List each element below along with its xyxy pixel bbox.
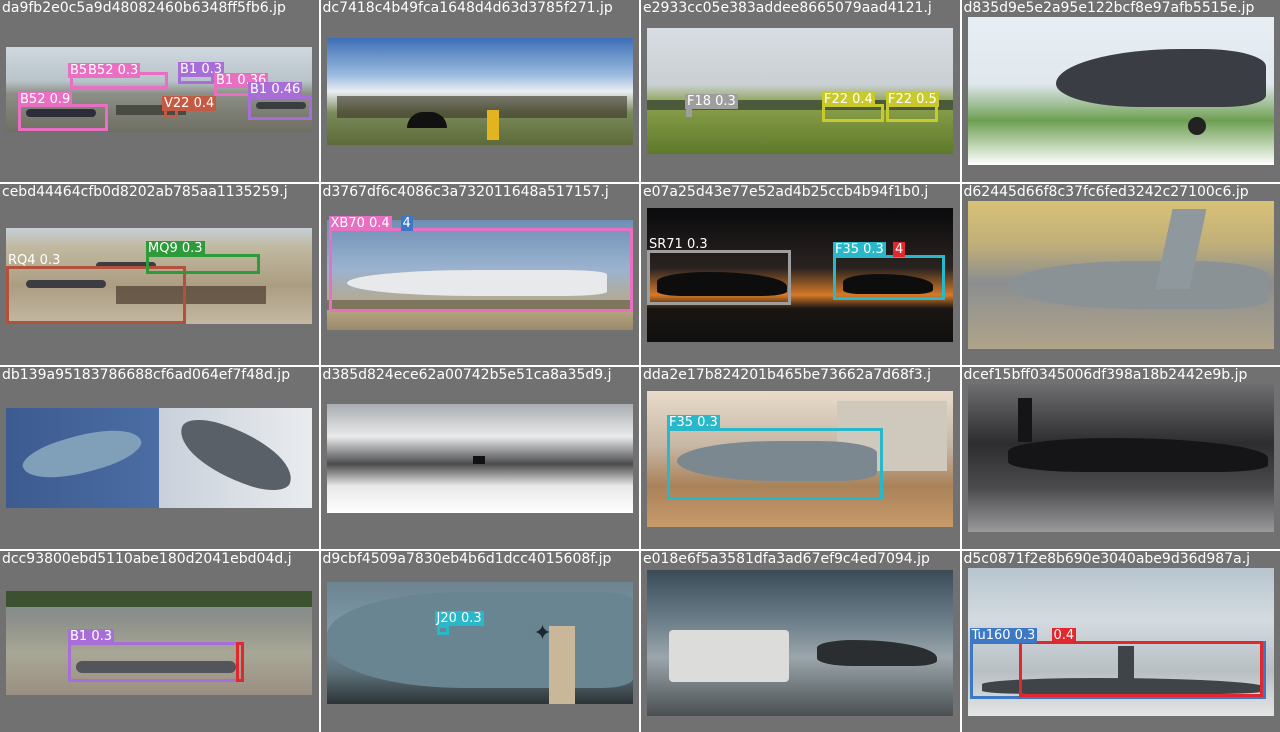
tile-photo	[967, 17, 1274, 165]
image-tile[interactable]: d385d824ece62a00742b5e51ca8a35d9.j	[320, 367, 639, 549]
detection-label: RQ4 0.3	[8, 252, 61, 268]
detection-label: B1 0.46	[248, 82, 303, 97]
detection-label: F22 0.5	[886, 92, 939, 107]
detection-box-b1-inner	[236, 641, 244, 682]
image-filename: db139a95183786688cf6ad064ef7f48d.jp	[2, 367, 291, 383]
image-filename: d5c0871f2e8b690e3040abe9d36d987a.j	[963, 550, 1251, 567]
image-filename: d835d9e5e2a95e122bcf8e97afb5515e.jp	[963, 0, 1255, 16]
detection-label: B52 0.9	[18, 92, 73, 107]
detection-box-mq9	[146, 253, 260, 274]
image-tile[interactable]: cebd44464cfb0d8202ab785aa1135259.j RQ4 0…	[0, 183, 319, 365]
image-tile[interactable]: e018e6f5a3581dfa3ad67ef9c4ed7094.jp	[641, 550, 960, 732]
detection-label: XB70 0.4	[328, 215, 392, 231]
image-tile[interactable]: d3767df6c4086c3a732011648a517157.j XB70 …	[320, 183, 639, 365]
tile-photo	[326, 38, 633, 145]
detection-label: V22 0.4	[162, 96, 217, 111]
tail-fin	[1017, 398, 1032, 442]
image-filename: dc7418c4b49fca1648d4d63d3785f271.jp	[322, 0, 613, 16]
person-silhouette	[486, 110, 499, 140]
image-filename: d3767df6c4086c3a732011648a517157.j	[322, 183, 609, 200]
detection-label: F35 0.3	[667, 415, 720, 430]
tile-photo	[967, 200, 1274, 349]
detection-label: 4	[893, 241, 906, 257]
image-filename: cebd44464cfb0d8202ab785aa1135259.j	[2, 183, 288, 200]
detection-label: F22 0.4	[822, 92, 875, 107]
image-filename: d385d824ece62a00742b5e51ca8a35d9.j	[322, 367, 612, 383]
detection-label: F18 0.3	[685, 94, 738, 109]
image-filename: e018e6f5a3581dfa3ad67ef9c4ed7094.jp	[643, 550, 930, 567]
jet-silhouette	[18, 414, 146, 494]
detection-label: 4	[400, 215, 413, 231]
crowd-silhouette	[336, 96, 627, 118]
image-filename: dcc93800ebd5110abe180d2041ebd04d.j	[2, 550, 292, 567]
image-filename: d9cbf4509a7830eb4b6d1dcc4015608f.jp	[322, 550, 612, 567]
detection-box-b1	[248, 96, 312, 120]
tile-photo	[967, 384, 1274, 532]
umbrella-silhouette	[406, 112, 447, 128]
detection-box-j20	[436, 624, 449, 635]
drone-nose	[326, 591, 633, 688]
tile-photo	[6, 408, 312, 508]
image-tile[interactable]: d62445d66f8c37fc6fed3242c27100c6.jp	[961, 183, 1280, 365]
image-filename: dda2e17b824201b465be73662a7d68f3.j	[643, 367, 932, 383]
image-tile[interactable]: d835d9e5e2a95e122bcf8e97afb5515e.jp	[961, 0, 1280, 182]
image-filename: da9fb2e0c5a9d48082460b6348ff5fb6.jp	[2, 0, 286, 16]
landing-gear	[1187, 117, 1206, 135]
image-tile[interactable]: dc7418c4b49fca1648d4d63d3785f271.jp	[320, 0, 639, 182]
image-tile[interactable]: e2933cc05e383addee8665079aad4121.j F18 0…	[641, 0, 960, 182]
image-tile[interactable]: da9fb2e0c5a9d48082460b6348ff5fb6.jp B52 …	[0, 0, 319, 182]
image-filename: dcef15bff0345006df398a18b2442e9b.jp	[963, 367, 1248, 383]
detection-label: 0.4	[1051, 627, 1077, 643]
image-tile[interactable]: e07a25d43e77e52ad4b25ccb4b94f1b0.j SR71 …	[641, 183, 960, 365]
detection-label: B52 0.3	[86, 63, 141, 78]
detection-box-red	[1018, 640, 1263, 697]
detection-box-sr71	[647, 249, 791, 305]
detection-label: SR71 0.3	[649, 236, 708, 252]
detection-box-xb70	[328, 227, 633, 312]
image-filename: d62445d66f8c37fc6fed3242c27100c6.jp	[963, 183, 1249, 200]
detection-box-f35	[667, 428, 883, 500]
detection-box-b52	[18, 104, 108, 131]
jet-silhouette	[817, 639, 937, 666]
image-tile[interactable]: dda2e17b824201b465be73662a7d68f3.j F35 0…	[641, 367, 960, 549]
detection-box-b1	[68, 641, 244, 682]
truck-silhouette	[669, 629, 789, 682]
detection-results-grid: da9fb2e0c5a9d48082460b6348ff5fb6.jp B52 …	[0, 0, 1280, 732]
image-tile[interactable]: dcef15bff0345006df398a18b2442e9b.jp	[961, 367, 1280, 549]
detection-label: F35 0.3	[833, 241, 886, 257]
image-filename: e2933cc05e383addee8665079aad4121.j	[643, 0, 932, 16]
detection-label: B1 0.3	[68, 628, 114, 644]
nato-star-icon: ✦	[533, 620, 552, 646]
detection-box-rq4	[6, 265, 186, 324]
drone-silhouette	[1007, 260, 1268, 309]
tile-photo: ✦	[326, 581, 633, 704]
bomber-silhouette	[1055, 49, 1266, 107]
tile-photo	[326, 404, 633, 513]
spyplane-silhouette	[1007, 438, 1268, 472]
tile-photo	[647, 569, 953, 716]
image-tile[interactable]: d9cbf4509a7830eb4b6d1dcc4015608f.jp ✦ J2…	[320, 550, 639, 732]
detection-box-f35	[833, 254, 945, 300]
jet-silhouette	[472, 456, 485, 464]
detection-label: MQ9 0.3	[146, 240, 205, 256]
image-tile[interactable]: d5c0871f2e8b690e3040abe9d36d987a.j Tu160…	[961, 550, 1280, 732]
jet-silhouette	[171, 412, 301, 498]
detection-label: J20 0.3	[434, 610, 484, 626]
tile-photo	[647, 28, 953, 154]
image-tile[interactable]: db139a95183786688cf6ad064ef7f48d.jp	[0, 367, 319, 549]
image-filename: e07a25d43e77e52ad4b25ccb4b94f1b0.j	[643, 183, 929, 200]
image-tile[interactable]: dcc93800ebd5110abe180d2041ebd04d.j B1 0.…	[0, 550, 319, 732]
detection-label: Tu160 0.3	[969, 627, 1038, 643]
treeline	[6, 590, 312, 607]
